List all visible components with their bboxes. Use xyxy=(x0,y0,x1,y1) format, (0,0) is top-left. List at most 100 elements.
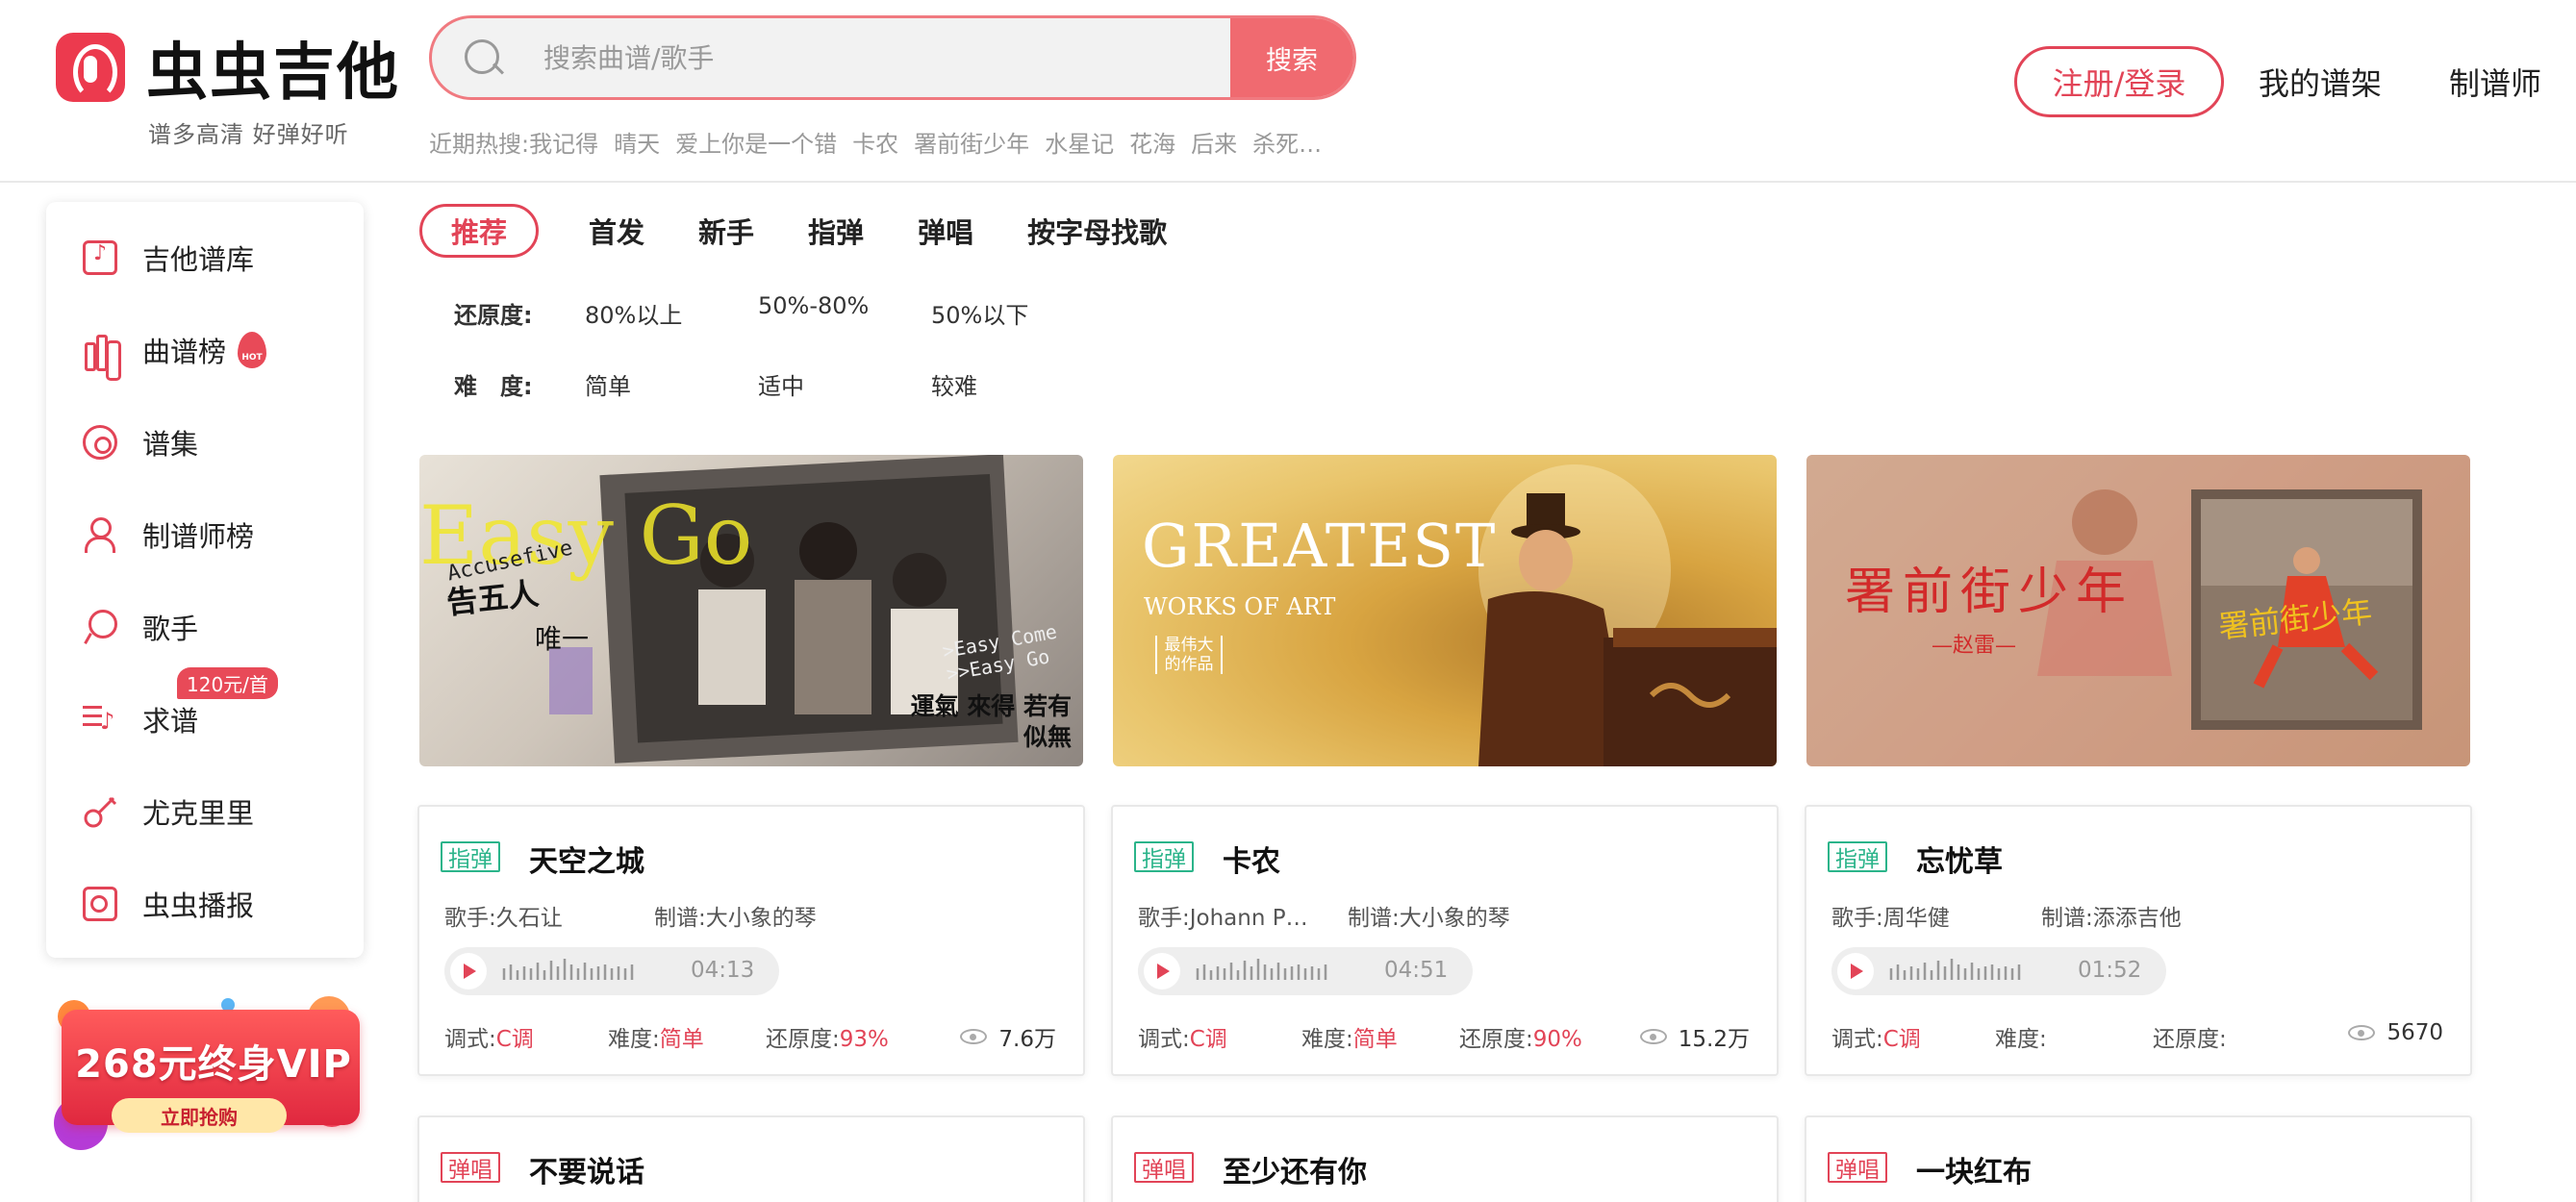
search-input[interactable] xyxy=(543,18,1121,97)
sidebar-item-chart[interactable]: 曲谱榜 HOT xyxy=(46,304,364,396)
maker-name[interactable]: 大小象的琴 xyxy=(1400,906,1510,931)
artist-info: 歌手:久石让 xyxy=(444,899,654,932)
tab-fingerstyle[interactable]: 指弹 xyxy=(808,204,864,258)
maker-info: 制谱:大小象的琴 xyxy=(1348,899,1510,932)
view-count: 5670 xyxy=(2348,1020,2443,1045)
key-label: 调式: xyxy=(1138,1027,1190,1052)
eye-icon xyxy=(1639,1029,1667,1044)
banner-greatest-works[interactable]: GREATEST WORKS OF ART 最伟大的作品 xyxy=(1113,455,1777,766)
tag-badge: 指弹 xyxy=(441,841,500,872)
tag-badge: 弹唱 xyxy=(1828,1152,1887,1183)
hot-search-item[interactable]: 爱上你是一个错 xyxy=(675,125,837,159)
search-button[interactable]: 搜索 xyxy=(1230,18,1353,97)
disc-icon xyxy=(83,425,117,460)
song-card[interactable]: 指弹 天空之城 歌手:久石让 制谱:大小象的琴 04:13 调式:C调 难度:简… xyxy=(417,805,1085,1076)
duration: 01:52 xyxy=(2078,958,2142,983)
eye-icon xyxy=(960,1029,988,1044)
play-button[interactable] xyxy=(1837,953,1874,989)
play-button[interactable] xyxy=(450,953,487,989)
site-logo[interactable]: 虫虫吉他 xyxy=(56,23,400,112)
hot-search-item[interactable]: 后来 xyxy=(1191,125,1237,159)
song-title[interactable]: 忘忧草 xyxy=(1916,838,2003,880)
difficulty-value: 简单 xyxy=(1352,1027,1398,1052)
artist-name[interactable]: 久石让 xyxy=(496,906,563,931)
key-info: 调式:C调 xyxy=(444,1020,608,1053)
song-title[interactable]: 至少还有你 xyxy=(1223,1148,1367,1190)
hot-search-item[interactable]: 署前街少年 xyxy=(914,125,1029,159)
filter-option[interactable]: 50%-80% xyxy=(758,292,931,326)
key-value: C调 xyxy=(1882,1027,1921,1052)
audio-player: 01:52 xyxy=(1831,947,2166,995)
maker-label: 制谱: xyxy=(1348,906,1400,931)
tab-by-letter[interactable]: 按字母找歌 xyxy=(1027,204,1167,258)
filter-option[interactable]: 简单 xyxy=(585,367,758,401)
artist-name[interactable]: Johann P… xyxy=(1190,906,1308,931)
filter-option[interactable]: 较难 xyxy=(931,367,1104,401)
artist-name[interactable]: 周华健 xyxy=(1883,906,1950,931)
sidebar-item-ukulele[interactable]: 尤克里里 xyxy=(46,765,364,858)
sidebar-item-label: 歌手 xyxy=(142,613,199,645)
login-register-button[interactable]: 注册/登录 xyxy=(2013,46,2224,117)
tab-recommend[interactable]: 推荐 xyxy=(419,204,540,258)
my-shelf-link[interactable]: 我的谱架 xyxy=(2259,60,2382,104)
maker-name[interactable]: 大小象的琴 xyxy=(706,906,817,931)
user-icon xyxy=(83,517,117,553)
news-icon xyxy=(83,887,117,921)
song-card[interactable]: 弹唱 至少还有你 xyxy=(1111,1115,1779,1202)
difficulty-info: 难度:简单 xyxy=(1301,1020,1459,1053)
sidebar-item-singers[interactable]: 歌手 xyxy=(46,581,364,673)
tab-maker-link[interactable]: 制谱师 xyxy=(2449,60,2541,104)
song-card[interactable]: 指弹 忘忧草 歌手:周华健 制谱:添添吉他 01:52 调式:C调 难度: 还原… xyxy=(1805,805,2472,1076)
vip-promo-banner[interactable]: 268元终身VIP 立即抢购 xyxy=(48,990,366,1154)
song-card[interactable]: 弹唱 一块红布 xyxy=(1805,1115,2472,1202)
banner-lyric: 運氣 來得 若有似無 xyxy=(910,692,1072,751)
slogan: 谱多高清 好弹好听 xyxy=(148,121,349,148)
filter-option[interactable]: 适中 xyxy=(758,367,931,401)
hot-search-item[interactable]: 我记得 xyxy=(529,125,598,159)
view-count: 7.6万 xyxy=(960,1020,1056,1053)
hot-search-item[interactable]: 水星记 xyxy=(1045,125,1114,159)
hot-search-item[interactable]: 杀死… xyxy=(1252,125,1322,159)
song-card[interactable]: 弹唱 不要说话 xyxy=(417,1115,1085,1202)
hot-search-item[interactable]: 卡农 xyxy=(852,125,898,159)
key-info: 调式:C调 xyxy=(1831,1020,1995,1053)
hot-search-item[interactable]: 花海 xyxy=(1129,125,1175,159)
sidebar-item-maker-rank[interactable]: 制谱师榜 xyxy=(46,488,364,581)
restore-info: 还原度:93% xyxy=(766,1020,958,1053)
song-meta: 歌手:Johann P… 制谱:大小象的琴 xyxy=(1138,899,1510,932)
song-title[interactable]: 不要说话 xyxy=(529,1148,644,1190)
sidebar-item-label: 吉他谱库 xyxy=(142,243,255,276)
banner-accusefive[interactable]: Easy Go Accusefive 告五人 唯一 >Easy Come >>E… xyxy=(419,455,1083,766)
song-card[interactable]: 指弹 卡农 歌手:Johann P… 制谱:大小象的琴 04:51 调式:C调 … xyxy=(1111,805,1779,1076)
key-label: 调式: xyxy=(444,1027,496,1052)
banner-title: 署前街少年 xyxy=(1845,563,2134,621)
sidebar-item-news[interactable]: 虫虫播报 xyxy=(46,858,364,950)
tab-sing-play[interactable]: 弹唱 xyxy=(918,204,973,258)
music-list-icon xyxy=(83,702,117,737)
duration: 04:13 xyxy=(691,958,755,983)
maker-name[interactable]: 添添吉他 xyxy=(2093,906,2182,931)
banner-shuqianjie[interactable]: 署前街少年 —赵雷— 署前街少年 xyxy=(1806,455,2470,766)
tab-beginner[interactable]: 新手 xyxy=(698,204,754,258)
tab-first-release[interactable]: 首发 xyxy=(589,204,644,258)
tag-badge: 弹唱 xyxy=(1134,1152,1194,1183)
artist-label: 歌手: xyxy=(444,906,496,931)
difficulty-label: 难度: xyxy=(1301,1027,1353,1052)
song-title[interactable]: 天空之城 xyxy=(529,838,644,880)
filter-option[interactable]: 50%以下 xyxy=(931,296,1104,330)
sidebar-item-guitar-library[interactable]: 吉他谱库 xyxy=(46,212,364,304)
price-badge: 120元/首 xyxy=(177,667,278,699)
top-header: 虫虫吉他 谱多高清 好弹好听 搜索 近期热搜: 我记得 晴天 爱上你是一个错 卡… xyxy=(0,0,2576,183)
song-meta: 歌手:久石让 制谱:大小象的琴 xyxy=(444,899,817,932)
vip-title: 268元终身VIP xyxy=(75,1042,352,1087)
vip-buy-button[interactable]: 立即抢购 xyxy=(112,1098,287,1133)
song-title[interactable]: 卡农 xyxy=(1223,838,1280,880)
play-button[interactable] xyxy=(1144,953,1180,989)
hot-search-item[interactable]: 晴天 xyxy=(614,125,660,159)
sidebar-item-collections[interactable]: 谱集 xyxy=(46,396,364,488)
banner-subtitle: 唯一 xyxy=(535,623,590,655)
song-title[interactable]: 一块红布 xyxy=(1916,1148,2032,1190)
maker-info: 制谱:大小象的琴 xyxy=(654,899,817,932)
filter-option[interactable]: 80%以上 xyxy=(585,296,758,330)
waveform-icon xyxy=(1196,959,1327,980)
